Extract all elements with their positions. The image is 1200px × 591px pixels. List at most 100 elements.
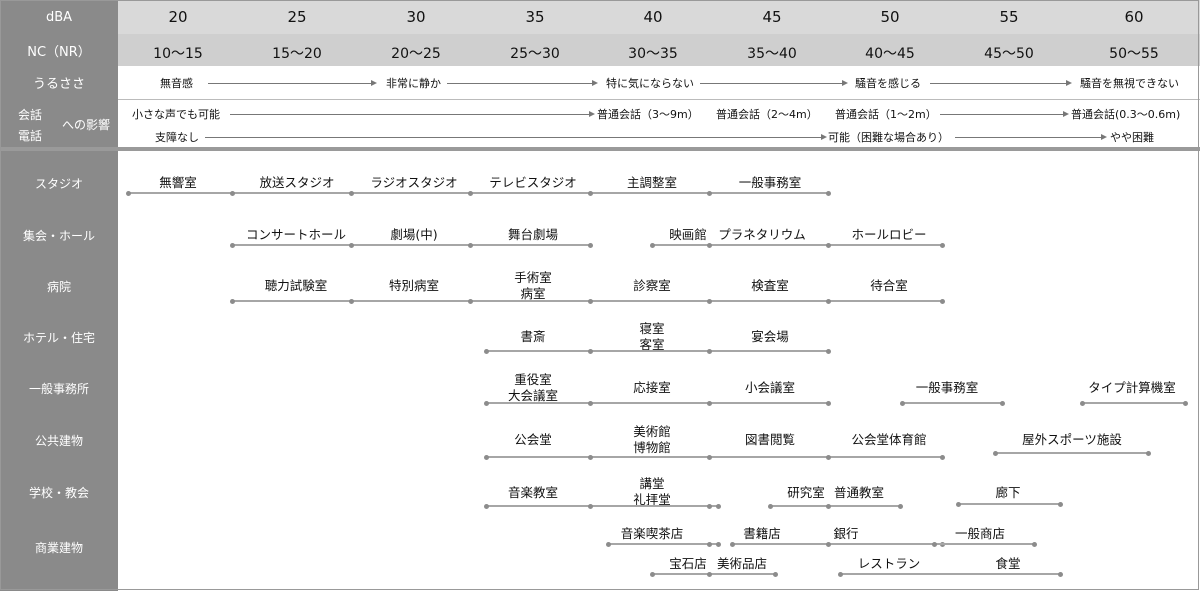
room-label: 一般事務室: [915, 380, 979, 395]
room-label: 劇場(中): [390, 227, 438, 242]
talk-row1-arrow-2-head: [1063, 111, 1069, 117]
range-bar: [934, 543, 1034, 545]
range-dot: [707, 298, 712, 304]
dba-label-cell: dBA: [0, 0, 118, 34]
range-dot: [826, 190, 831, 196]
range-bar: [770, 505, 900, 507]
nc-value: 35～40: [747, 46, 797, 62]
room-label: 病室: [520, 286, 546, 301]
loudness-text: 騒音を感じる: [855, 77, 921, 90]
range-dot: [1058, 571, 1063, 577]
loudness-arrow-2-line: [447, 83, 593, 84]
loudness-arrow-3-line: [700, 83, 843, 84]
nc-value: 15～20: [272, 46, 322, 62]
dba-value: 50: [880, 8, 900, 26]
room-label: 手術室: [514, 270, 552, 285]
range-dot: [768, 503, 773, 509]
room-label: 重役室: [514, 372, 552, 387]
room-label: 音楽喫茶店: [620, 526, 684, 541]
range-dot: [230, 190, 235, 196]
nc-value: 20～25: [391, 46, 441, 62]
loudness-text: 非常に静か: [386, 77, 441, 90]
range-dot: [826, 242, 831, 248]
range-dot: [349, 190, 354, 196]
talk-row1-text: 普通会話（2～4m）: [716, 108, 818, 121]
loudness-text: 騒音を無視できない: [1080, 77, 1179, 90]
room-label: 特別病室: [388, 278, 439, 293]
room-label: 舞台劇場: [507, 227, 558, 242]
talk-row1-arrow-1-head: [589, 111, 595, 117]
nc-value: 40～45: [865, 46, 915, 62]
range-dot: [650, 571, 655, 577]
room-label: 宴会場: [751, 329, 789, 344]
room-label: 銀行: [833, 526, 859, 541]
range-dot: [898, 503, 903, 509]
room-label: 公会堂体育館: [851, 432, 927, 447]
range-dot: [1000, 400, 1005, 406]
dba-value: 40: [643, 8, 663, 26]
range-dot: [940, 242, 945, 248]
talk-row2-text: 可能（困難な場合あり）: [828, 131, 949, 144]
room-label: ラジオスタジオ: [370, 175, 458, 190]
range-dot: [707, 190, 712, 196]
nc-label-cell: NC（NR）: [0, 34, 118, 66]
range-dot: [468, 190, 473, 196]
range-dot: [826, 454, 831, 460]
category-label: 学校・教会: [28, 485, 89, 500]
category-label: スタジオ: [34, 176, 83, 191]
range-bar: [608, 543, 718, 545]
range-dot: [606, 541, 611, 547]
range-dot: [932, 541, 937, 547]
room-label: 音楽教室: [507, 485, 558, 500]
range-dot: [1032, 541, 1037, 547]
range-dot: [826, 348, 831, 354]
range-dot: [588, 503, 593, 509]
talk-row2-arrow-2-line: [955, 137, 1102, 138]
talk-row1-text: 普通会話(0.3～0.6m): [1071, 108, 1181, 121]
range-dot: [956, 501, 961, 507]
talk-row2-arrow-1-head: [821, 134, 827, 140]
category-label: 商業建物: [34, 540, 83, 555]
range-dot: [707, 571, 712, 577]
range-dot: [1080, 400, 1085, 406]
range-dot: [940, 298, 945, 304]
room-label: 美術館: [633, 424, 671, 439]
range-bar: [995, 452, 1148, 454]
range-dot: [484, 348, 489, 354]
room-label: ホールロビー: [851, 227, 927, 242]
dba-value: 55: [999, 8, 1019, 26]
room-label: 講堂: [639, 476, 665, 491]
room-label: 大会議室: [507, 388, 558, 403]
talk-row2-text: やや困難: [1110, 131, 1154, 144]
talk-row1-text: 普通会話（3～9m）: [597, 108, 699, 121]
loudness-arrow-4-head: [1066, 80, 1072, 86]
dba-value: 25: [287, 8, 307, 26]
room-label: 検査室: [751, 278, 789, 293]
talk-label-cell: 会話 電話 への影響: [0, 99, 118, 147]
room-label: 美術品店: [716, 556, 767, 571]
loudness-text: 特に気にならない: [606, 77, 694, 90]
range-dot: [826, 298, 831, 304]
dba-value: 30: [406, 8, 426, 26]
room-label: 廊下: [995, 485, 1021, 500]
talk-row1-text: 普通会話（1～2m）: [835, 108, 937, 121]
range-dot: [588, 242, 593, 248]
range-bar: [958, 503, 1060, 505]
loudness-label-cell: うるささ: [0, 66, 118, 99]
talk-row: [118, 99, 1200, 147]
range-bar: [486, 402, 828, 404]
range-bar: [652, 244, 942, 246]
range-bar: [486, 350, 828, 352]
range-dot: [588, 298, 593, 304]
category-label: ホテル・住宅: [22, 330, 95, 345]
room-label: 放送スタジオ: [259, 175, 335, 190]
room-label: 診察室: [633, 278, 671, 293]
range-dot: [349, 242, 354, 248]
room-label: 一般事務室: [738, 175, 802, 190]
room-label: 図書閲覧: [744, 432, 795, 447]
range-dot: [1058, 501, 1063, 507]
range-dot: [826, 541, 831, 547]
range-bar: [902, 402, 1002, 404]
talk-row1-arrow-1-line: [230, 114, 590, 115]
room-label: コンサートホール: [245, 227, 346, 242]
